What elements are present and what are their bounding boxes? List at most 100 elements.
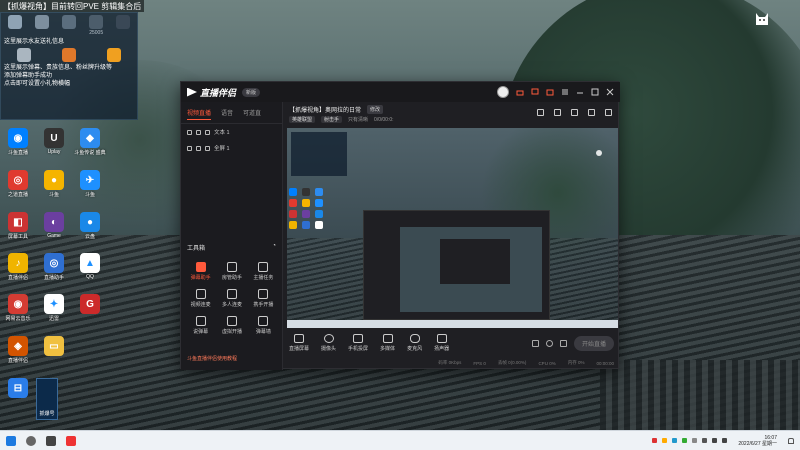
tray-app-icon[interactable] [682, 438, 688, 443]
chevron-up-icon[interactable] [702, 438, 708, 443]
phone-cast-button[interactable]: 手机投屏 [348, 334, 368, 352]
tray-app-icon[interactable] [672, 438, 678, 443]
desktop-icon[interactable]: ▲ QQ [72, 253, 108, 280]
start-live-button[interactable]: 开始直播 [573, 335, 614, 351]
overlay-row-gifts [1, 46, 137, 64]
volume-icon[interactable] [722, 438, 728, 443]
message-icon[interactable] [531, 88, 539, 96]
eye-icon[interactable] [187, 129, 192, 135]
tutorial-link[interactable]: 斗鱼直播伴侣使用教程 [187, 355, 237, 362]
tray-app-icon[interactable] [652, 438, 658, 443]
desktop-icon[interactable]: ● 云盘 [72, 212, 108, 240]
more-icon[interactable] [605, 109, 612, 116]
start-icon[interactable] [6, 435, 16, 446]
main-toolbar-icons [537, 109, 612, 116]
desktop-icon[interactable]: G [72, 294, 108, 315]
toolbox-item[interactable]: 弹幕助手 [185, 262, 216, 281]
category-tag[interactable]: 射击手 [321, 116, 343, 123]
camera-button[interactable]: 摄像头 [321, 334, 336, 352]
tool-icon [258, 262, 269, 272]
clock[interactable]: 16:07 2022/6/27 星期一 [738, 435, 777, 447]
preview-taskbar [287, 320, 618, 328]
eye-icon[interactable] [187, 145, 192, 151]
desktop-icon[interactable]: ▭ [36, 336, 72, 357]
cat-icon[interactable] [754, 12, 770, 28]
tool-label: 主播任务 [253, 275, 274, 281]
desktop-icon[interactable]: ◈ 直播伴侣 [0, 336, 36, 364]
desktop-icon[interactable]: ◎ 直播助手 [36, 253, 72, 281]
toolbox-item[interactable]: 房管助手 [216, 262, 247, 281]
desktop-icon[interactable]: U Uplay [36, 128, 72, 155]
microphone-button[interactable]: 麦克风 [407, 334, 422, 352]
live-streaming-app-window: 直播伴侣 新版 视频直播 语音 可道直 文本 1 全屏 1 工具箱 ◔ 弹幕助手… [180, 81, 620, 370]
toolbox-label: 工具箱 [187, 246, 206, 252]
screen-capture-button[interactable]: 直播屏幕 [289, 334, 309, 352]
minimize-icon[interactable] [576, 88, 584, 96]
circle-icon[interactable] [545, 339, 553, 347]
close-icon[interactable] [606, 88, 614, 96]
source-controls: 直播屏幕 摄像头 手机投屏 多媒体 麦克风 扬声器 开始直播 [283, 328, 620, 358]
tool-icon [195, 262, 206, 272]
app-taskbar-icon[interactable] [66, 435, 76, 446]
task-view-icon[interactable] [46, 435, 56, 446]
lock-icon[interactable] [196, 129, 201, 135]
desktop-card[interactable]: 抓爆号 [36, 378, 58, 420]
edit-title-button[interactable]: 修改 [367, 105, 384, 114]
lock-icon[interactable] [537, 109, 544, 116]
desktop-icon[interactable]: ♪ 直播伴侣 [0, 253, 36, 281]
toolbox-item[interactable]: 主播任务 [248, 262, 279, 281]
desktop-icon[interactable]: ✈ 斗鱼 [72, 170, 108, 198]
desktop-icon[interactable]: ◉ 斗鱼直播 [0, 128, 36, 156]
desktop-icon[interactable]: ⊟ [0, 378, 36, 399]
tab-voice[interactable]: 语音 [221, 108, 233, 120]
main-area: 【抓爆视角】奥网拉的日常 修改 英雄联盟 射击手 只有清晰 0/0/00:0: [283, 102, 620, 370]
scene-item-fullscreen[interactable]: 全屏 1 [181, 140, 282, 156]
app-icon: ◎ [8, 170, 28, 190]
stream-preview[interactable] [287, 128, 618, 328]
toolbox-settings-icon[interactable]: ◔ [272, 243, 276, 252]
status-bar: 码率 0Kbps FPS 0 丢帧 0(0.00%) CPU 0% 内存 0% … [283, 358, 620, 368]
desktop-icon[interactable]: ◆ 斗鱼传说 盛典 [72, 128, 108, 156]
maximize-icon[interactable] [591, 88, 599, 96]
toolbox-item[interactable]: 虚拟开播 [216, 316, 247, 335]
tray-app-icon[interactable] [692, 438, 698, 443]
avatar[interactable] [497, 86, 509, 98]
preview-overlay-widget [291, 132, 347, 176]
media-button[interactable]: 多媒体 [380, 334, 395, 352]
tab-other[interactable]: 可道直 [243, 108, 261, 120]
toolbox-item[interactable]: 多人连麦 [216, 289, 247, 308]
overlay-stat [34, 15, 49, 36]
toolbox-item[interactable]: 携手开播 [248, 289, 279, 308]
notification-icon[interactable] [788, 437, 794, 444]
network-icon[interactable] [712, 438, 718, 443]
shop-icon[interactable] [546, 88, 554, 96]
speaker-button[interactable]: 扬声器 [434, 334, 449, 352]
settings-icon[interactable] [559, 339, 567, 347]
desktop-icon[interactable]: ● 斗鱼 [36, 170, 72, 198]
overlay-message: 这里展示水友送礼信息 [4, 39, 65, 45]
gift-icon[interactable] [516, 88, 524, 96]
category-tag[interactable]: 英雄联盟 [289, 116, 316, 123]
toolbox-item[interactable]: 弹幕墙 [248, 316, 279, 335]
tray-app-icon[interactable] [662, 438, 668, 443]
record-icon[interactable] [531, 339, 539, 347]
bell-icon[interactable] [588, 109, 595, 116]
desktop-icon[interactable]: ✦ 迅雷 [36, 294, 72, 322]
overlay-stat: 25005 [89, 15, 104, 36]
status-fps: FPS 0 [473, 360, 486, 366]
lock-icon[interactable] [196, 145, 201, 151]
desktop-icon[interactable]: ◉ 网易云音乐 [0, 294, 36, 322]
tab-video-live[interactable]: 视频直播 [187, 108, 212, 120]
text-source-icon [205, 129, 210, 135]
toolbox-item[interactable]: 视频连麦 [185, 289, 216, 308]
scene-item-text[interactable]: 文本 1 [181, 124, 282, 140]
share-icon[interactable] [571, 109, 578, 116]
menu-icon[interactable] [561, 88, 569, 96]
desktop-icon[interactable]: ◧ 屏幕工具 [0, 212, 36, 240]
toolbox-item[interactable]: 说弹幕 [185, 316, 216, 335]
search-icon[interactable] [26, 435, 36, 446]
desktop-icon[interactable]: ◎ 之道直播 [0, 170, 36, 198]
desktop-icon[interactable]: ◐ Game [36, 212, 72, 239]
layout-icon[interactable] [554, 109, 561, 116]
version-badge[interactable]: 新版 [242, 87, 261, 97]
